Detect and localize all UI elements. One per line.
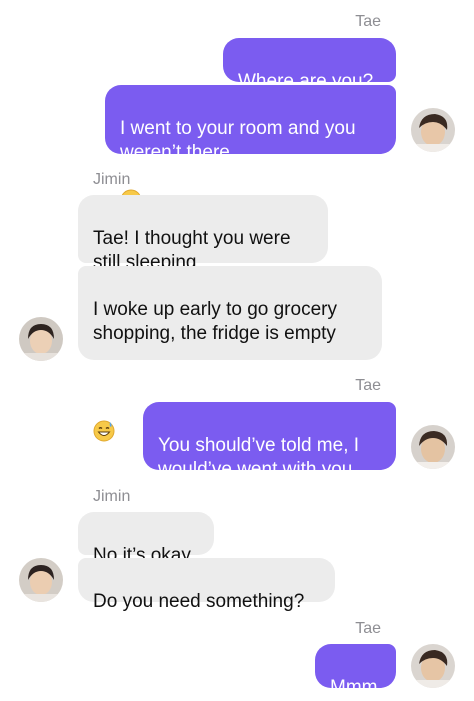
sender-name-tae: Tae xyxy=(355,13,381,30)
message-text: I woke up early to go grocery shopping, … xyxy=(93,299,337,344)
message-text: You should’ve told me, I would’ve went w… xyxy=(158,435,360,480)
message-bubble-received[interactable]: No it’s okay xyxy=(78,512,214,566)
sender-name-tae: Tae xyxy=(355,620,381,637)
message-text: Mmm xyxy=(330,677,378,698)
message-bubble-sent[interactable]: I went to your room and you weren’t ther… xyxy=(105,85,396,211)
grinning-sweat-icon xyxy=(93,396,115,442)
message-text: Do you need something? xyxy=(93,591,305,612)
chat-thread: Tae Where are you? I went to your room a… xyxy=(0,0,474,701)
avatar-tae[interactable] xyxy=(411,108,455,152)
message-bubble-sent[interactable]: Where are you? xyxy=(223,38,396,92)
avatar-jimin[interactable] xyxy=(19,317,63,361)
message-text: I went to your room and you weren’t ther… xyxy=(120,118,356,163)
avatar-tae[interactable] xyxy=(411,425,455,469)
avatar-tae[interactable] xyxy=(411,644,455,688)
message-bubble-received[interactable]: Do you need something? xyxy=(78,558,335,612)
message-bubble-received[interactable]: I woke up early to go grocery shopping, … xyxy=(78,266,382,442)
message-bubble-sent[interactable]: Mmm xyxy=(315,644,396,698)
message-bubble-sent[interactable]: You should’ve told me, I would’ve went w… xyxy=(143,402,396,480)
message-bubble-received[interactable]: Tae! I thought you were still sleeping xyxy=(78,195,328,273)
sender-name-tae: Tae xyxy=(355,377,381,394)
sender-name-jimin: Jimin xyxy=(93,171,131,188)
sender-name-jimin: Jimin xyxy=(93,488,131,505)
avatar-jimin[interactable] xyxy=(19,558,63,602)
